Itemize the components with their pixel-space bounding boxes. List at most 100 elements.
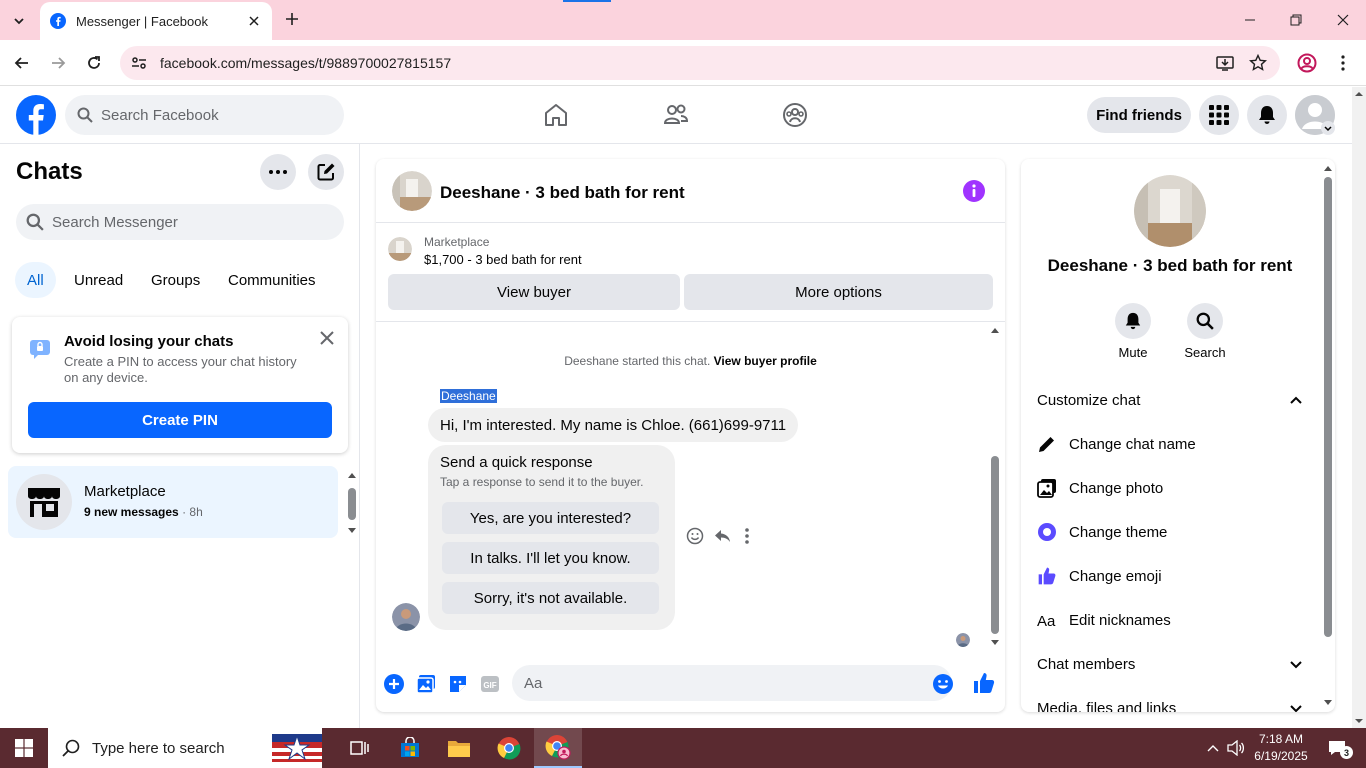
chat-scrollbar[interactable] [988, 324, 1002, 649]
facebook-search-input[interactable]: Search Facebook [65, 95, 344, 135]
news-flag-icon [272, 734, 322, 762]
file-explorer-button[interactable] [435, 728, 483, 768]
more-options-button[interactable]: More options [684, 274, 993, 310]
search-messenger-input[interactable]: Search Messenger [16, 204, 344, 240]
pencil-icon [1039, 437, 1054, 452]
conversation-item-marketplace[interactable]: Marketplace 9 new messages · 8h [8, 466, 338, 538]
search-in-chat-button[interactable]: Search [1175, 303, 1235, 360]
restore-icon[interactable] [1286, 10, 1306, 30]
home-icon[interactable] [542, 101, 570, 129]
listing-avatar[interactable] [392, 171, 432, 211]
details-scrollbar[interactable] [1321, 161, 1335, 710]
change-photo-item[interactable]: Change photo [1037, 468, 1303, 508]
filter-groups[interactable]: Groups [139, 262, 212, 298]
minimize-icon[interactable] [1240, 10, 1260, 30]
emoji-icon[interactable] [932, 673, 954, 695]
chevron-down-icon [1321, 121, 1335, 135]
forward-icon[interactable] [47, 52, 69, 74]
chat-header: Deeshane · 3 bed bath for rent [376, 159, 1005, 223]
menu-grid-button[interactable] [1199, 95, 1239, 135]
find-friends-button[interactable]: Find friends [1087, 97, 1191, 133]
gif-icon[interactable]: GIF [479, 673, 501, 695]
bookmark-star-icon[interactable] [1247, 52, 1269, 74]
sidebar-scrollbar[interactable] [346, 470, 358, 536]
scroll-down-icon[interactable] [1352, 714, 1366, 728]
search-messenger-placeholder: Search Messenger [52, 213, 178, 231]
create-pin-button[interactable]: Create PIN [28, 402, 332, 438]
url-text: facebook.com/messages/t/9889700027815157 [160, 55, 452, 71]
back-icon[interactable] [11, 52, 33, 74]
view-buyer-button[interactable]: View buyer [388, 274, 680, 310]
chat-members-label: Chat members [1037, 655, 1136, 673]
change-chat-name-item[interactable]: Change chat name [1037, 424, 1303, 464]
task-view-button[interactable] [336, 728, 384, 768]
profile-icon[interactable] [1296, 52, 1318, 74]
quick-response-option-1[interactable]: Yes, are you interested? [442, 502, 659, 534]
chrome-button[interactable] [485, 728, 533, 768]
show-hidden-icons[interactable] [1202, 728, 1224, 768]
listing-price: $1,700 - 3 bed bath for rent [424, 252, 582, 267]
filter-unread[interactable]: Unread [62, 262, 135, 298]
new-tab-icon[interactable] [282, 9, 302, 29]
address-bar[interactable]: facebook.com/messages/t/9889700027815157 [120, 46, 1280, 80]
more-vertical-icon[interactable] [744, 527, 750, 545]
more-horizontal-icon [269, 170, 287, 174]
react-emoji-icon[interactable] [686, 527, 704, 545]
browser-menu-icon[interactable] [1332, 52, 1354, 74]
close-window-icon[interactable] [1333, 10, 1353, 30]
chat-options-button[interactable] [260, 154, 296, 190]
start-button[interactable] [0, 728, 48, 768]
chrome-profile-button[interactable] [534, 728, 582, 768]
like-icon[interactable] [972, 671, 996, 695]
pin-reminder-card: Avoid losing your chats Create a PIN to … [12, 317, 348, 453]
media-files-links-section[interactable]: Media, files and links [1037, 688, 1303, 712]
message-input[interactable]: Aa [512, 665, 952, 701]
filter-all[interactable]: All [15, 262, 56, 298]
chat-members-section[interactable]: Chat members [1037, 644, 1303, 684]
page-scrollbar[interactable] [1352, 87, 1366, 728]
groups-icon[interactable] [781, 101, 809, 129]
quick-response-option-3[interactable]: Sorry, it's not available. [442, 582, 659, 614]
view-buyer-profile-link[interactable]: View buyer profile [714, 354, 817, 368]
scroll-up-icon[interactable] [1352, 87, 1366, 101]
message-actions [684, 525, 756, 547]
customize-chat-section[interactable]: Customize chat [1037, 380, 1303, 420]
notification-center-button[interactable]: 3 [1322, 728, 1353, 768]
site-info-icon[interactable] [130, 54, 148, 72]
browser-tab[interactable]: Messenger | Facebook [40, 2, 272, 40]
pin-card-description: Create a PIN to access your chat history… [64, 354, 297, 385]
quick-response-option-2[interactable]: In talks. I'll let you know. [442, 542, 659, 574]
seen-avatar [956, 633, 970, 647]
chrome-icon [497, 737, 521, 760]
mute-button[interactable]: Mute [1103, 303, 1163, 360]
notifications-button[interactable] [1247, 95, 1287, 135]
close-icon[interactable] [318, 329, 336, 347]
facebook-logo-icon[interactable] [16, 95, 56, 135]
sender-avatar[interactable] [392, 603, 420, 631]
reply-icon[interactable] [714, 527, 732, 545]
account-avatar[interactable] [1295, 95, 1335, 135]
install-app-icon[interactable] [1214, 52, 1236, 74]
svg-text:GIF: GIF [483, 681, 496, 690]
chat-title[interactable]: Deeshane · 3 bed bath for rent [440, 183, 685, 203]
message-bubble[interactable]: Hi, I'm interested. My name is Chloe. (6… [428, 408, 799, 442]
new-message-button[interactable] [308, 154, 344, 190]
chevron-up-icon [1207, 745, 1219, 752]
microsoft-store-button[interactable] [386, 728, 434, 768]
tab-search-button[interactable] [6, 8, 32, 34]
change-theme-item[interactable]: Change theme [1037, 512, 1303, 552]
reload-icon[interactable] [83, 52, 105, 74]
taskbar-search-input[interactable]: Type here to search [48, 728, 322, 768]
info-icon[interactable] [963, 180, 985, 202]
volume-button[interactable] [1224, 728, 1248, 768]
close-tab-icon[interactable] [246, 13, 262, 29]
sticker-icon[interactable] [447, 673, 469, 695]
friends-icon[interactable] [662, 101, 690, 129]
edit-nicknames-item[interactable]: Aa Edit nicknames [1037, 600, 1303, 640]
listing-profile-photo[interactable] [1134, 175, 1206, 247]
change-emoji-item[interactable]: Change emoji [1037, 556, 1303, 596]
filter-communities[interactable]: Communities [216, 262, 328, 298]
add-attachment-icon[interactable] [383, 673, 405, 695]
photo-icon[interactable] [415, 673, 437, 695]
taskbar-clock[interactable]: 7:18 AM 6/19/2025 [1246, 731, 1316, 765]
